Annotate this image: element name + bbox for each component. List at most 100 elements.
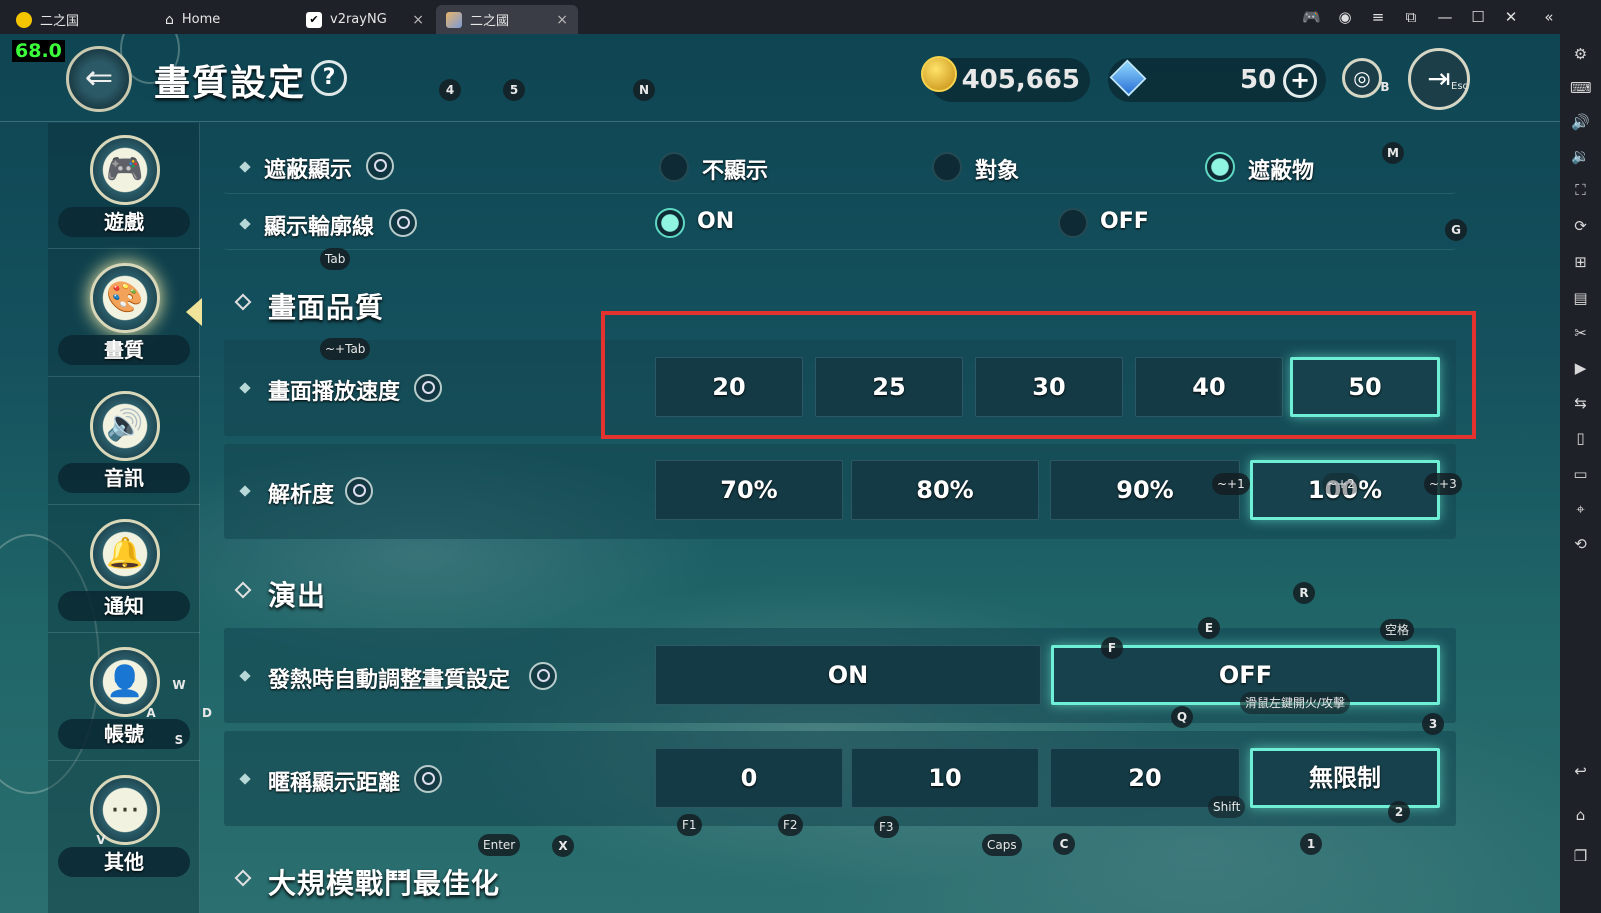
search-icon[interactable] (529, 662, 557, 690)
nickname-option-unlimited[interactable]: 無限制 (1250, 748, 1440, 808)
close-icon[interactable]: × (412, 12, 424, 28)
bell-icon: 🔔 (90, 519, 160, 589)
key-hint: F1 (677, 814, 702, 836)
tab-label: 二之国 (40, 14, 80, 29)
nickname-option-10[interactable]: 10 (851, 748, 1039, 808)
tab-game[interactable]: 二之國 × (436, 5, 578, 34)
recents-icon[interactable]: ❐ (1570, 846, 1591, 867)
radio-outline-off[interactable] (1058, 208, 1088, 238)
close-window-icon[interactable]: ✕ (1502, 8, 1520, 26)
settings-sidebar: 🎮 遊戲 🎨 畫質 🔊 音訊 🔔 通知 👤 帳號 ⋯ 其他 (48, 123, 200, 913)
menu-icon[interactable]: ≡ (1369, 8, 1387, 26)
key-hint: 滑鼠左鍵開火/攻擊 (1240, 692, 1351, 714)
minimize-icon[interactable]: — (1436, 8, 1454, 26)
sidebar-item-graphics[interactable]: 🎨 畫質 (48, 251, 200, 377)
emulator-toolbar: ⚙ ⌨ 🔊 🔉 ⛶ ⟳ ⊞ ▤ ✂ ▶ ⇆ ▯ ▭ ⌖ ⟲ ↩ ⌂ ❐ (1560, 34, 1601, 913)
tab-home[interactable]: ⌂ Home (155, 5, 295, 34)
gold-amount: 405,665 (961, 65, 1080, 95)
add-window-icon[interactable]: ⊞ (1570, 252, 1591, 273)
apk-icon[interactable]: ▤ (1570, 288, 1591, 309)
ld-logo-icon (16, 11, 32, 28)
radio-occlusion-hide[interactable] (659, 152, 689, 182)
radio-occlusion-obstacle[interactable] (1205, 152, 1235, 182)
sidebar-item-label: 遊戲 (58, 207, 190, 237)
sync-icon[interactable]: ⟳ (1570, 216, 1591, 237)
search-icon[interactable] (414, 765, 442, 793)
key-hint: B (1380, 80, 1390, 94)
sidebar-item-label: 畫質 (58, 335, 190, 365)
settings-gear-icon[interactable]: ⚙ (1570, 44, 1591, 65)
key-hint: Shift (1208, 796, 1246, 818)
shake-icon[interactable]: ▯ (1570, 428, 1591, 449)
sidebar-item-notifications[interactable]: 🔔 通知 (48, 507, 200, 633)
tab-label: Home (181, 12, 221, 27)
maximize-icon[interactable]: ☐ (1469, 8, 1487, 26)
radio-label: OFF (1100, 209, 1149, 234)
key-hint: ~+2 (1322, 473, 1360, 495)
back-icon[interactable]: ↩ (1570, 761, 1591, 782)
resolution-option-90[interactable]: 90% (1050, 460, 1240, 520)
resolution-option-80[interactable]: 80% (851, 460, 1039, 520)
nickname-option-0[interactable]: 0 (655, 748, 843, 808)
occlusion-label: 遮蔽顯示 (264, 158, 353, 183)
key-hint: 空格 (1380, 619, 1415, 641)
volume-up-icon[interactable]: 🔊 (1570, 112, 1591, 133)
key-hint: F2 (778, 814, 803, 836)
key-hint: N (633, 79, 655, 101)
heat-adjust-label: 發熱時自動調整畫質設定 (268, 668, 511, 693)
account-icon[interactable]: ◉ (1336, 8, 1354, 26)
home-nav-icon[interactable]: ⌂ (1570, 805, 1591, 826)
sidebar-item-label: 其他 (58, 847, 190, 877)
search-icon[interactable] (366, 152, 394, 180)
sidebar-item-other[interactable]: ⋯ 其他 (48, 763, 200, 889)
add-gems-button[interactable]: + (1283, 64, 1317, 98)
sync-settings-icon[interactable]: ⇆ (1570, 393, 1591, 414)
radio-label: ON (697, 209, 735, 234)
keyboard-icon[interactable]: ⌨ (1570, 78, 1592, 99)
key-hint: Enter (478, 834, 521, 856)
fullscreen-icon[interactable]: ⛶ (1570, 180, 1591, 201)
search-icon[interactable] (414, 374, 442, 402)
section-title-battle: 大規模戰鬥最佳化 (268, 867, 501, 900)
help-button[interactable]: ? (311, 60, 347, 96)
heat-option-on[interactable]: ON (655, 645, 1041, 705)
tab-v2rayng[interactable]: ✔ v2rayNG × (296, 5, 434, 34)
collapse-sidebar-icon[interactable]: « (1540, 8, 1558, 26)
key-hint: ~+3 (1424, 473, 1462, 495)
settings-header: ⇐ 畫質設定 ? 405,665 50 + ◎ ⇥ (0, 34, 1560, 122)
radio-outline-on[interactable] (655, 208, 685, 238)
volume-down-icon[interactable]: 🔉 (1570, 146, 1591, 167)
game-icon (446, 11, 462, 28)
page-title: 畫質設定 (154, 63, 307, 104)
key-hint: Esc (1451, 81, 1469, 92)
location-icon[interactable]: ⌖ (1570, 499, 1591, 520)
search-icon[interactable] (345, 477, 373, 505)
key-hint: Caps (982, 834, 1022, 856)
tab-app-launcher[interactable]: 二之国 (6, 5, 146, 34)
tab-label: v2rayNG (330, 12, 387, 27)
key-hint: Tab (320, 248, 351, 270)
emulator-window: 二之国 ⌂ Home ✔ v2rayNG × 二之國 × 🎮 ◉ ≡ ⧉ — ☐… (0, 0, 1601, 913)
key-hint: D (202, 706, 212, 720)
radio-occlusion-target[interactable] (932, 152, 962, 182)
back-button[interactable]: ⇐ (66, 46, 132, 112)
back-arrow-icon: ⇐ (84, 58, 114, 98)
rotate-icon[interactable]: ⟲ (1570, 534, 1591, 555)
sidebar-item-label: 通知 (58, 591, 190, 621)
popout-icon[interactable]: ⧉ (1402, 8, 1420, 26)
gamepad-icon[interactable]: 🎮 (1302, 8, 1321, 26)
emulator-tab-bar: 二之国 ⌂ Home ✔ v2rayNG × 二之國 × 🎮 ◉ ≡ ⧉ — ☐… (0, 0, 1601, 34)
resolution-option-70[interactable]: 70% (655, 460, 843, 520)
key-hint: S (174, 733, 184, 747)
folder-icon[interactable]: ▭ (1570, 464, 1591, 485)
sidebar-item-audio[interactable]: 🔊 音訊 (48, 379, 200, 505)
key-hint: Q (1171, 706, 1193, 728)
key-hint: 1 (1300, 833, 1322, 855)
sidebar-item-game[interactable]: 🎮 遊戲 (48, 123, 200, 249)
record-icon[interactable]: ▶ (1570, 358, 1591, 379)
close-icon[interactable]: × (556, 12, 568, 28)
section-title-performance: 演出 (268, 579, 327, 612)
nickname-distance-label: 暱稱顯示距離 (268, 771, 401, 796)
scissors-icon[interactable]: ✂ (1570, 323, 1591, 344)
search-icon[interactable] (389, 209, 417, 237)
